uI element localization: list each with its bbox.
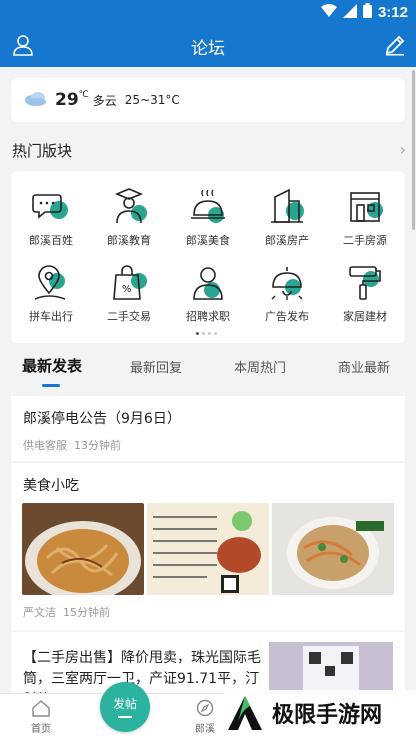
svg-text:%: % [122, 284, 132, 295]
weather-range: 25~31°C [124, 93, 180, 107]
wifi-icon [320, 3, 337, 22]
compose-bar-icon [118, 716, 132, 718]
chat-bubbles-icon [32, 194, 68, 219]
board-item-7[interactable]: % 二手交易 [91, 263, 167, 324]
board-item-4[interactable]: 郎溪房产 [249, 187, 325, 248]
app-bar: 论坛 [0, 24, 416, 67]
nav-home[interactable]: 首页 [11, 699, 71, 735]
weather-card: 29℃ 多云 25~31°C [11, 78, 405, 122]
edit-icon[interactable] [384, 34, 406, 56]
active-tab-indicator [42, 384, 60, 387]
board-item-10[interactable]: 家居建材 [327, 263, 403, 324]
watermark-text: 极限手游网 [272, 702, 383, 728]
compose-post-button[interactable]: 发帖 [100, 682, 150, 732]
post-image[interactable] [269, 642, 393, 693]
tab-latest-posts[interactable]: 最新发表 [22, 355, 82, 376]
post-item[interactable]: 郎溪停电公告（9月6日） 供电客服 13分钟前 [11, 396, 405, 461]
board-item-1[interactable]: 郎溪百姓 [13, 187, 89, 248]
status-time: 3:12 [377, 4, 408, 21]
graduate-icon [114, 188, 147, 224]
food-cloche-icon [191, 189, 225, 223]
location-pin-icon [34, 265, 66, 300]
home-icon [32, 700, 50, 717]
shopping-bag-icon: % [113, 265, 147, 300]
tab-weekly-hot[interactable]: 本周热门 [234, 357, 286, 376]
post-meta: 严文洁 15分钟前 [23, 606, 110, 619]
battery-icon [362, 3, 372, 22]
cloud-icon [23, 89, 47, 111]
page-title: 论坛 [191, 39, 225, 59]
board-item-3[interactable]: 郎溪美食 [170, 187, 246, 248]
post-item[interactable]: 【二手房出售】降价甩卖，珠光国际毛筒，三室两厅一卫，产证91.71平，汀科体 [11, 632, 405, 708]
section-title-hot-boards: 热门版块 [12, 142, 73, 160]
scrollbar[interactable] [412, 70, 415, 230]
paint-roller-icon [349, 266, 381, 300]
hot-boards-grid: 郎溪百姓 郎溪教育 郎溪美食 郎溪房产 二手房源 拼车出行 % 二手交易 招聘求… [11, 171, 405, 343]
compass-icon [196, 699, 214, 717]
weather-temp: 29℃ [55, 90, 89, 110]
status-bar: 3:12 [0, 0, 416, 24]
page-indicator [196, 332, 217, 335]
watermark: 极限手游网 [224, 690, 416, 736]
job-seeker-icon [193, 267, 223, 300]
post-image[interactable] [272, 503, 394, 595]
watermark-logo-icon [228, 696, 262, 730]
board-item-6[interactable]: 拼车出行 [13, 263, 89, 324]
house-icon [350, 192, 383, 222]
board-item-8[interactable]: 招聘求职 [170, 263, 246, 324]
board-item-5[interactable]: 二手房源 [327, 187, 403, 248]
board-item-2[interactable]: 郎溪教育 [91, 187, 167, 248]
megaphone-icon [271, 267, 303, 300]
weather-condition: 多云 [92, 93, 117, 108]
post-title: 郎溪停电公告（9月6日） [23, 411, 181, 427]
post-image[interactable] [22, 503, 144, 595]
tab-latest-replies[interactable]: 最新回复 [130, 357, 182, 376]
board-item-9[interactable]: 广告发布 [249, 263, 325, 324]
building-icon [271, 188, 304, 223]
signal-icon [342, 3, 357, 22]
chevron-right-icon[interactable]: › [400, 140, 406, 159]
post-tabs: 最新发表 最新回复 本周热门 商业最新 [0, 346, 416, 390]
post-meta: 供电客服 13分钟前 [23, 439, 121, 452]
post-image[interactable] [147, 503, 269, 595]
post-title: 美食小吃 [23, 478, 79, 494]
tab-business-latest[interactable]: 商业最新 [338, 357, 390, 376]
